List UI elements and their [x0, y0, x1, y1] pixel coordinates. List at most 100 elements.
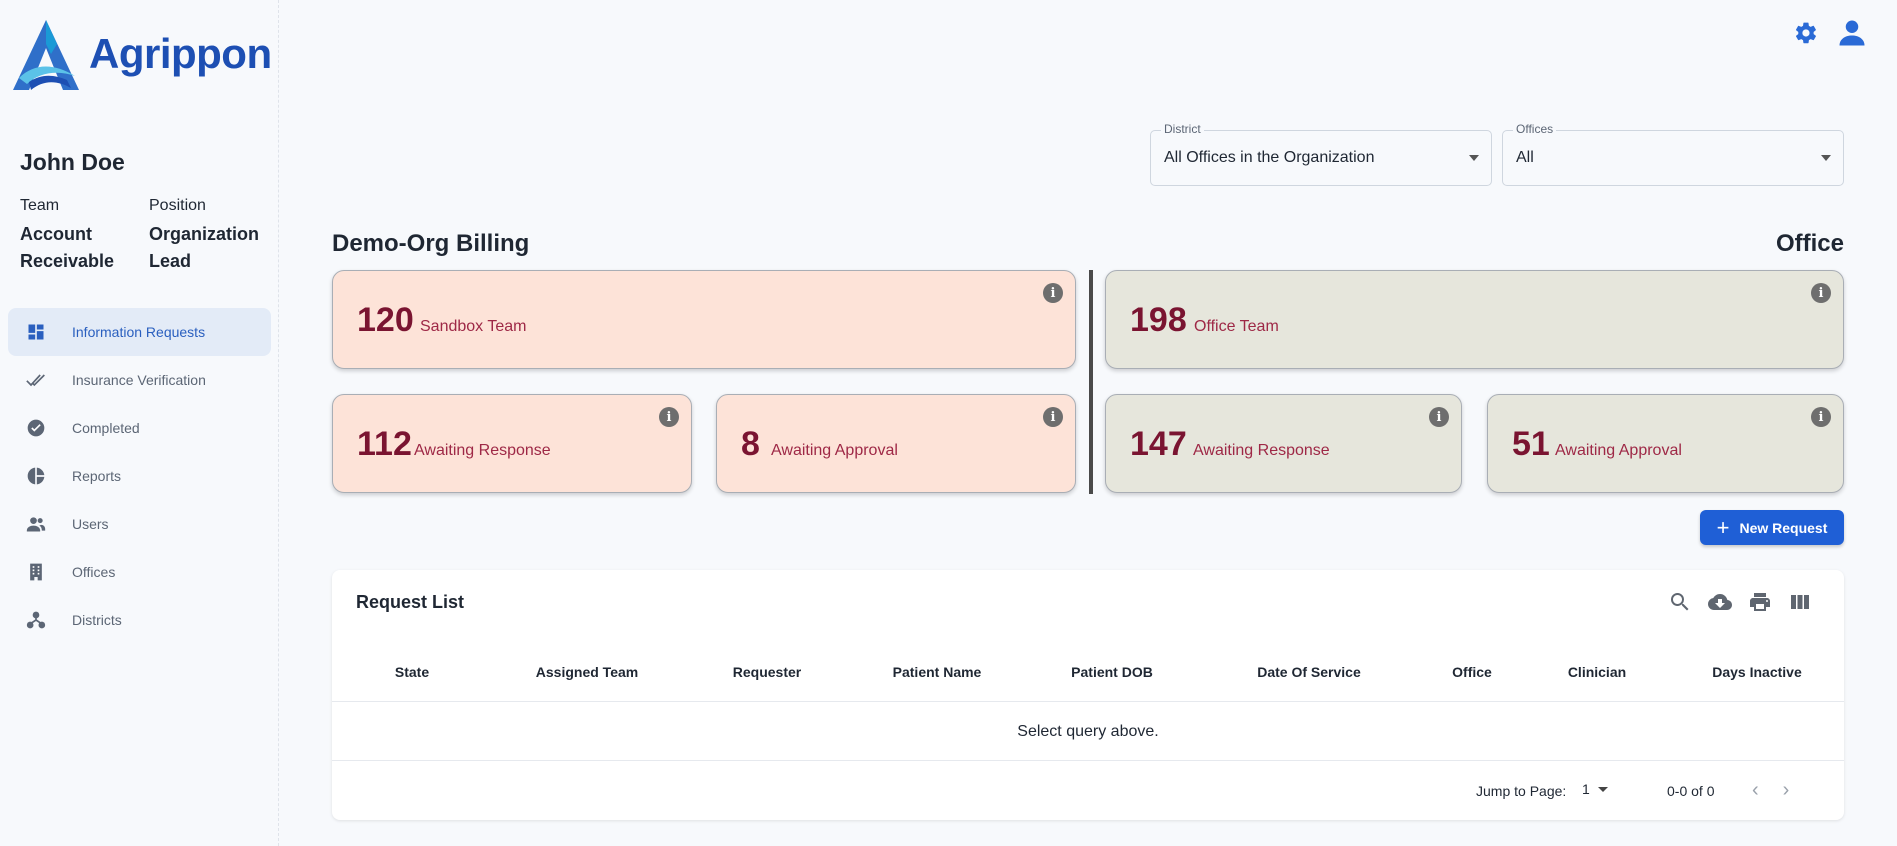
- info-icon[interactable]: i: [1043, 407, 1063, 427]
- column-header-assigned-team[interactable]: Assigned Team: [527, 664, 647, 680]
- sidebar-item-label: Reports: [72, 468, 122, 484]
- column-header-clinician[interactable]: Clinician: [1557, 664, 1637, 680]
- table-toolbar: [1668, 590, 1812, 614]
- card-value: 51: [1512, 425, 1550, 463]
- request-list-panel: Request List State Assigned Team Request…: [332, 570, 1844, 820]
- pie-chart-icon: [26, 466, 46, 486]
- sidebar-item-users[interactable]: Users: [8, 500, 271, 548]
- section-divider: [1089, 270, 1093, 494]
- offices-select-value: All: [1516, 149, 1534, 166]
- sidebar-item-label: Completed: [72, 420, 140, 436]
- team-label: Team: [20, 197, 60, 214]
- brand-name: Agrippon: [89, 30, 272, 77]
- hierarchy-icon: [26, 610, 46, 630]
- team-column: Team Account Receivable: [20, 197, 149, 275]
- sidebar-item-label: Offices: [72, 564, 116, 580]
- dashboard-icon: [26, 322, 46, 342]
- office-awaiting-approval-card[interactable]: 51 Awaiting Approval i: [1487, 394, 1844, 493]
- office-awaiting-response-card[interactable]: 147 Awaiting Response i: [1105, 394, 1462, 493]
- sidebar: Agrippon John Doe Team Account Receivabl…: [0, 0, 279, 846]
- sidebar-item-label: Insurance Verification: [72, 372, 206, 388]
- view-columns-icon[interactable]: [1788, 590, 1812, 614]
- info-icon[interactable]: i: [659, 407, 679, 427]
- column-header-state[interactable]: State: [392, 664, 432, 680]
- sidebar-item-reports[interactable]: Reports: [8, 452, 271, 500]
- column-header-requester[interactable]: Requester: [722, 664, 812, 680]
- chevron-down-icon: [1597, 786, 1608, 792]
- sidebar-item-completed[interactable]: Completed: [8, 404, 271, 452]
- new-request-label: New Request: [1739, 519, 1828, 536]
- new-request-button[interactable]: + New Request: [1700, 510, 1844, 545]
- team-value: Account Receivable: [20, 224, 115, 271]
- search-icon[interactable]: [1668, 590, 1692, 614]
- column-header-patient-name[interactable]: Patient Name: [882, 664, 992, 680]
- sidebar-item-label: Information Requests: [72, 324, 206, 340]
- card-label: Awaiting Approval: [771, 442, 898, 459]
- agrippon-logo-icon: [13, 20, 79, 90]
- table-pagination: Jump to Page: 1 0-0 of 0 ‹ ›: [332, 761, 1844, 820]
- pager-controls: ‹ ›: [1752, 779, 1789, 802]
- sandbox-team-card[interactable]: 120 Sandbox Team i: [332, 270, 1076, 369]
- info-icon[interactable]: i: [1811, 407, 1831, 427]
- column-header-office[interactable]: Office: [1442, 664, 1502, 680]
- offices-select-label: Offices: [1513, 122, 1557, 136]
- org-section-title: Demo-Org Billing: [332, 230, 530, 257]
- position-label: Position: [149, 197, 206, 214]
- info-icon[interactable]: i: [1811, 283, 1831, 303]
- next-page-icon[interactable]: ›: [1783, 779, 1790, 802]
- district-select-value: All Offices in the Organization: [1164, 149, 1375, 166]
- district-select[interactable]: District All Offices in the Organization: [1150, 122, 1492, 186]
- sidebar-item-insurance-verification[interactable]: Insurance Verification: [8, 356, 271, 404]
- user-meta: Team Account Receivable Position Organiz…: [20, 197, 278, 275]
- card-value: 120: [357, 301, 414, 339]
- column-header-date-of-service[interactable]: Date Of Service: [1244, 664, 1374, 680]
- card-value: 112: [357, 425, 412, 463]
- page-select[interactable]: 1: [1582, 781, 1608, 797]
- card-label: Office Team: [1194, 318, 1279, 335]
- page-select-value: 1: [1582, 781, 1590, 797]
- district-select-label: District: [1161, 122, 1204, 136]
- sidebar-item-information-requests[interactable]: Information Requests: [8, 308, 271, 356]
- info-icon[interactable]: i: [1043, 283, 1063, 303]
- sandbox-awaiting-approval-card[interactable]: 8 Awaiting Approval i: [716, 394, 1076, 493]
- user-name: John Doe: [20, 149, 125, 175]
- card-value: 147: [1130, 425, 1187, 463]
- table-header: State Assigned Team Requester Patient Na…: [332, 650, 1844, 702]
- offices-select[interactable]: Offices All: [1502, 122, 1844, 186]
- column-header-patient-dob[interactable]: Patient DOB: [1062, 664, 1162, 680]
- card-value: 198: [1130, 301, 1187, 339]
- user-account-icon[interactable]: [1837, 18, 1867, 48]
- building-icon: [26, 562, 46, 582]
- sidebar-nav: Information Requests Insurance Verificat…: [8, 308, 271, 644]
- office-team-card[interactable]: 198 Office Team i: [1105, 270, 1844, 369]
- check-circle-icon: [26, 418, 46, 438]
- empty-state-message: Select query above.: [332, 703, 1844, 761]
- card-label: Awaiting Response: [414, 442, 551, 459]
- chevron-down-icon: [1469, 155, 1479, 161]
- column-header-days-inactive[interactable]: Days Inactive: [1702, 664, 1812, 680]
- sidebar-item-label: Users: [72, 516, 109, 532]
- cloud-download-icon[interactable]: [1708, 590, 1732, 614]
- previous-page-icon[interactable]: ‹: [1752, 779, 1759, 802]
- print-icon[interactable]: [1748, 590, 1772, 614]
- card-label: Awaiting Approval: [1555, 442, 1682, 459]
- brand-logo[interactable]: Agrippon: [9, 18, 272, 90]
- jump-to-page-label: Jump to Page:: [1476, 783, 1567, 799]
- sidebar-item-districts[interactable]: Districts: [8, 596, 271, 644]
- info-icon[interactable]: i: [1429, 407, 1449, 427]
- request-list-title: Request List: [356, 592, 465, 612]
- office-section-title: Office: [1775, 230, 1844, 257]
- page-range-text: 0-0 of 0: [1667, 783, 1715, 799]
- plus-icon: +: [1716, 514, 1730, 540]
- card-value: 8: [741, 425, 760, 463]
- sidebar-item-offices[interactable]: Offices: [8, 548, 271, 596]
- sandbox-awaiting-response-card[interactable]: 112 Awaiting Response i: [332, 394, 692, 493]
- chevron-down-icon: [1821, 155, 1831, 161]
- position-value: Organization Lead: [149, 224, 260, 271]
- users-icon: [26, 514, 46, 534]
- card-label: Sandbox Team: [420, 318, 527, 335]
- settings-gear-icon[interactable]: [1793, 20, 1819, 46]
- header-actions: [1793, 18, 1867, 48]
- double-check-icon: [26, 370, 46, 390]
- sidebar-item-label: Districts: [72, 612, 122, 628]
